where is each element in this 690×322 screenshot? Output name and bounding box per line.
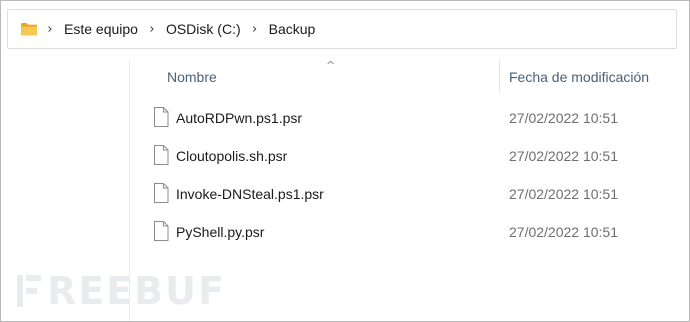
- file-date-modified: 27/02/2022 10:51: [509, 186, 618, 202]
- breadcrumb-separator[interactable]: ›: [140, 22, 164, 37]
- file-date-modified: 27/02/2022 10:51: [509, 110, 618, 126]
- breadcrumb-backup[interactable]: Backup: [267, 19, 318, 39]
- file-date-modified: 27/02/2022 10:51: [509, 224, 618, 240]
- file-name: AutoRDPwn.ps1.psr: [176, 110, 303, 126]
- file-row[interactable]: Invoke-DNSteal.ps1.psr 27/02/2022 10:51: [131, 175, 689, 213]
- sort-ascending-icon: ^: [326, 59, 336, 72]
- breadcrumb-este-equipo[interactable]: Este equipo: [62, 19, 140, 39]
- file-name: Cloutopolis.sh.psr: [176, 148, 288, 164]
- file-name: PyShell.py.psr: [176, 224, 265, 240]
- file-row[interactable]: AutoRDPwn.ps1.psr 27/02/2022 10:51: [131, 99, 689, 137]
- file-list: AutoRDPwn.ps1.psr 27/02/2022 10:51 Clout…: [131, 99, 689, 251]
- file-row[interactable]: Cloutopolis.sh.psr 27/02/2022 10:51: [131, 137, 689, 175]
- column-resize-handle[interactable]: [499, 59, 500, 93]
- breadcrumb-separator[interactable]: ›: [38, 22, 62, 37]
- column-header-row: ^ Nombre Fecha de modificación: [131, 59, 689, 95]
- document-icon: [153, 145, 169, 165]
- folder-icon: [20, 21, 38, 37]
- document-icon: [153, 183, 169, 203]
- column-header-date-modified[interactable]: Fecha de modificación: [509, 69, 649, 85]
- file-name: Invoke-DNSteal.ps1.psr: [176, 186, 324, 202]
- document-icon: [153, 107, 169, 127]
- breadcrumb-separator[interactable]: ›: [243, 22, 267, 37]
- file-row[interactable]: PyShell.py.psr 27/02/2022 10:51: [131, 213, 689, 251]
- breadcrumb-osdisk[interactable]: OSDisk (C:): [164, 19, 243, 39]
- column-header-name[interactable]: Nombre: [167, 69, 217, 85]
- address-bar[interactable]: › Este equipo › OSDisk (C:) › Backup: [7, 9, 677, 49]
- watermark-text: REEBUF: [47, 269, 226, 313]
- freebuf-watermark: REEBUF: [15, 269, 226, 313]
- file-date-modified: 27/02/2022 10:51: [509, 148, 618, 164]
- watermark-logo-icon: [15, 273, 43, 309]
- file-explorer-window: › Este equipo › OSDisk (C:) › Backup ^ N…: [0, 0, 690, 322]
- document-icon: [153, 221, 169, 241]
